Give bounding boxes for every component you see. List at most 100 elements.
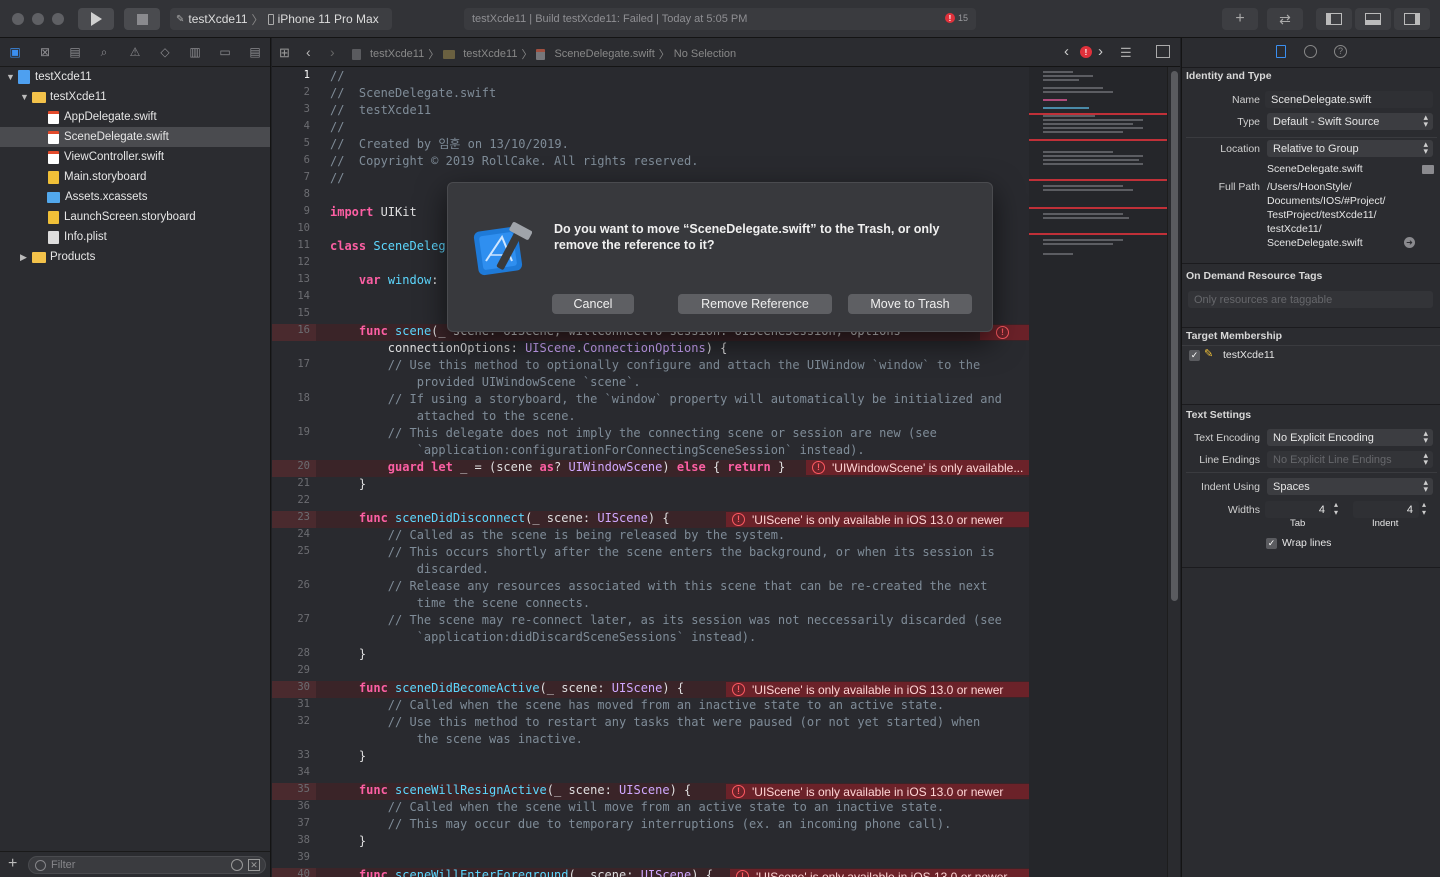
tree-item-assets[interactable]: Assets.xcassets xyxy=(0,187,270,207)
history-icon[interactable] xyxy=(1304,45,1317,58)
zoom-window-button[interactable] xyxy=(52,13,64,25)
folder-icon[interactable] xyxy=(1422,165,1434,174)
cancel-button[interactable]: Cancel xyxy=(552,294,634,314)
search-icon[interactable]: ⌕ xyxy=(97,45,111,59)
stop-button[interactable] xyxy=(124,8,160,30)
line-number[interactable]: 18 xyxy=(297,392,310,404)
warning-icon[interactable]: ⚠ xyxy=(128,45,142,59)
recent-files-icon[interactable] xyxy=(231,859,243,871)
toggle-navigator-button[interactable] xyxy=(1316,8,1352,30)
breadcrumb-symbol[interactable]: No Selection xyxy=(674,48,736,60)
line-number[interactable]: 34 xyxy=(297,766,310,778)
tree-item-group[interactable]: ▼ testXcde11 xyxy=(0,87,270,107)
line-number[interactable]: 25 xyxy=(297,545,310,557)
line-number[interactable]: 17 xyxy=(297,358,310,370)
target-checkbox[interactable]: ✓ xyxy=(1189,350,1200,361)
line-number[interactable]: 14 xyxy=(297,290,310,302)
close-window-button[interactable] xyxy=(12,13,24,25)
line-number[interactable]: 36 xyxy=(297,800,310,812)
line-number[interactable]: 39 xyxy=(297,851,310,863)
tree-item-products[interactable]: ▶ Products xyxy=(0,247,270,267)
editor-scrollbar[interactable] xyxy=(1167,67,1180,877)
odr-tags-field[interactable]: Only resources are taggable xyxy=(1188,291,1433,308)
library-button[interactable]: + xyxy=(1222,8,1258,30)
back-icon[interactable]: ‹ xyxy=(306,44,311,60)
line-endings-popup[interactable]: No Explicit Line Endings ▴ ▾ xyxy=(1267,451,1433,468)
line-number[interactable]: 24 xyxy=(297,528,310,540)
remove-reference-button[interactable]: Remove Reference xyxy=(678,294,832,314)
line-number[interactable]: 9 xyxy=(304,205,310,217)
line-number[interactable]: 2 xyxy=(304,86,310,98)
folder-icon[interactable]: ▣ xyxy=(8,45,22,59)
location-popup[interactable]: Relative to Group ▴ ▾ xyxy=(1267,140,1433,157)
line-number[interactable]: 35 xyxy=(297,783,310,795)
encoding-popup[interactable]: No Explicit Encoding ▴ ▾ xyxy=(1267,429,1433,446)
scheme-target[interactable]: testXcde11 xyxy=(188,12,247,26)
name-field[interactable]: SceneDelegate.swift xyxy=(1265,91,1433,108)
split-editor-icon[interactable] xyxy=(1156,45,1170,58)
line-number[interactable]: 13 xyxy=(297,273,310,285)
line-number[interactable]: 1 xyxy=(304,69,310,81)
line-number[interactable]: 29 xyxy=(297,664,310,676)
line-number[interactable]: 19 xyxy=(297,426,310,438)
line-number[interactable]: 5 xyxy=(304,137,310,149)
line-number[interactable]: 28 xyxy=(297,647,310,659)
toggle-debug-area-button[interactable] xyxy=(1355,8,1391,30)
inline-error-message[interactable]: ! 'UIScene' is only available in iOS 13.… xyxy=(726,784,1029,799)
type-popup[interactable]: Default - Swift Source ▴ ▾ xyxy=(1267,113,1433,130)
breakpoint-icon[interactable]: ▭ xyxy=(218,45,232,59)
help-icon[interactable]: ? xyxy=(1334,45,1347,58)
line-number[interactable]: 3 xyxy=(304,103,310,115)
minimap[interactable] xyxy=(1029,67,1167,877)
scm-filter-icon[interactable]: ✕ xyxy=(248,859,260,871)
line-number[interactable]: 6 xyxy=(304,154,310,166)
file-inspector-icon[interactable] xyxy=(1276,45,1286,58)
tree-item-launchscreen[interactable]: LaunchScreen.storyboard xyxy=(0,207,270,227)
line-number[interactable]: 38 xyxy=(297,834,310,846)
scrollbar-thumb[interactable] xyxy=(1171,71,1178,601)
editor-options-icon[interactable]: ☰ xyxy=(1120,45,1132,61)
line-number[interactable]: 4 xyxy=(304,120,310,132)
wrap-lines-checkbox[interactable]: ✓ xyxy=(1266,538,1277,549)
line-number[interactable]: 37 xyxy=(297,817,310,829)
tree-item-project[interactable]: ▼ testXcde11 xyxy=(0,67,270,87)
line-number[interactable]: 33 xyxy=(297,749,310,761)
debug-icon[interactable]: ▥ xyxy=(188,45,202,59)
forward-icon[interactable]: › xyxy=(330,44,335,60)
source-control-icon[interactable]: ⊠ xyxy=(38,45,52,59)
run-button[interactable] xyxy=(78,8,114,30)
inline-error-message[interactable]: ! 'UIWindowScene' is only available... xyxy=(806,460,1029,475)
line-number[interactable]: 8 xyxy=(304,188,310,200)
related-items-icon[interactable]: ⊞ xyxy=(279,45,290,61)
test-icon[interactable]: ◇ xyxy=(158,45,172,59)
previous-issue-icon[interactable]: ‹ xyxy=(1064,43,1069,60)
line-number[interactable]: 31 xyxy=(297,698,310,710)
indent-width-field[interactable]: 4 xyxy=(1353,501,1419,518)
tab-width-stepper[interactable]: ▴ ▾ xyxy=(1334,501,1338,517)
inline-error-message[interactable]: ! 'UIScene' is only available in iOS 13.… xyxy=(726,512,1029,527)
code-review-button[interactable]: ⇄ xyxy=(1267,8,1303,30)
tree-item-main-storyboard[interactable]: Main.storyboard xyxy=(0,167,270,187)
inline-error-message[interactable]: ! 'UIScene' is only available in iOS 13.… xyxy=(730,869,1029,877)
line-number[interactable]: 21 xyxy=(297,477,310,489)
line-number[interactable]: 22 xyxy=(297,494,310,506)
scheme-device[interactable]: iPhone 11 Pro Max xyxy=(278,12,379,26)
report-icon[interactable]: ▤ xyxy=(248,45,262,59)
line-number[interactable]: 30 xyxy=(297,681,310,693)
scheme-selector[interactable]: ✎ testXcde11 〉 iPhone 11 Pro Max xyxy=(170,8,392,30)
next-issue-icon[interactable]: › xyxy=(1098,43,1103,60)
symbol-icon[interactable]: ▤ xyxy=(68,45,82,59)
disclosure-open-icon[interactable]: ▼ xyxy=(20,92,30,102)
reveal-in-finder-icon[interactable]: ➜ xyxy=(1404,237,1415,248)
tab-width-field[interactable]: 4 xyxy=(1265,501,1331,518)
line-number[interactable]: 32 xyxy=(297,715,310,727)
line-number[interactable]: 10 xyxy=(297,222,310,234)
line-number[interactable]: 20 xyxy=(297,460,310,472)
disclosure-open-icon[interactable]: ▼ xyxy=(6,72,16,82)
tree-item-viewcontroller[interactable]: ViewController.swift xyxy=(0,147,270,167)
line-number[interactable]: 7 xyxy=(304,171,310,183)
move-to-trash-button[interactable]: Move to Trash xyxy=(848,294,972,314)
issue-icon[interactable]: ! xyxy=(1080,46,1092,58)
minimize-window-button[interactable] xyxy=(32,13,44,25)
line-number[interactable]: 27 xyxy=(297,613,310,625)
